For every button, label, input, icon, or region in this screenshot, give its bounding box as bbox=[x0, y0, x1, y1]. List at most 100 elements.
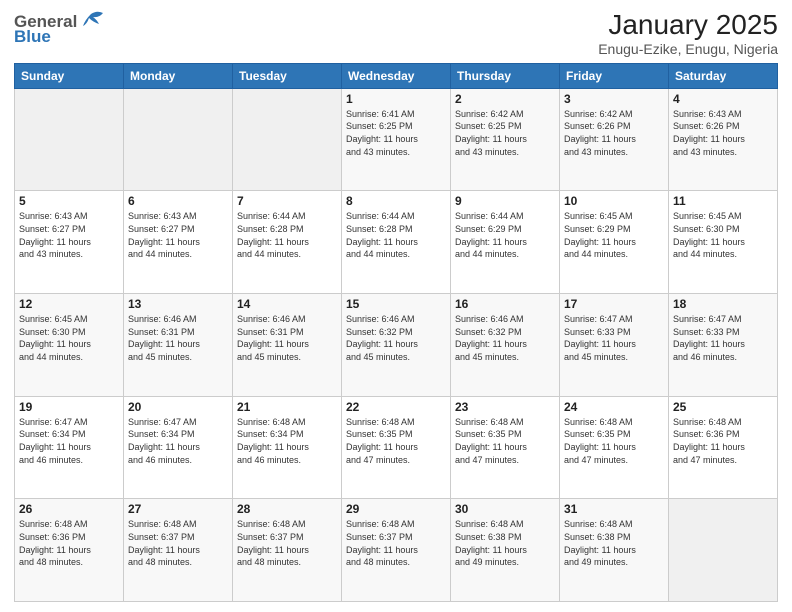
calendar-cell: 22 Sunrise: 6:48 AM Sunset: 6:35 PM Dayli… bbox=[342, 396, 451, 499]
day-number: 12 bbox=[19, 297, 119, 311]
day-number: 30 bbox=[455, 502, 555, 516]
header: General Blue January 2025 Enugu-Ezike, E… bbox=[14, 10, 778, 57]
day-info: Sunrise: 6:43 AM Sunset: 6:27 PM Dayligh… bbox=[19, 210, 119, 260]
day-number: 13 bbox=[128, 297, 228, 311]
day-info: Sunrise: 6:48 AM Sunset: 6:35 PM Dayligh… bbox=[564, 416, 664, 466]
calendar-cell: 11Sunrise: 6:45 AM Sunset: 6:30 PM Dayli… bbox=[669, 191, 778, 294]
calendar-cell: 13 Sunrise: 6:46 AM Sunset: 6:31 PM Dayli… bbox=[124, 294, 233, 397]
calendar-cell: 16Sunrise: 6:46 AM Sunset: 6:32 PM Dayli… bbox=[451, 294, 560, 397]
calendar-cell: 3 Sunrise: 6:42 AM Sunset: 6:26 PM Daylig… bbox=[560, 88, 669, 191]
calendar-cell: 31 Sunrise: 6:48 AM Sunset: 6:38 PM Dayli… bbox=[560, 499, 669, 602]
weekday-friday: Friday bbox=[560, 63, 669, 88]
day-number: 21 bbox=[237, 400, 337, 414]
logo-blue-text: Blue bbox=[14, 28, 105, 45]
calendar-cell bbox=[124, 88, 233, 191]
calendar-cell: 23 Sunrise: 6:48 AM Sunset: 6:35 PM Dayli… bbox=[451, 396, 560, 499]
day-info: Sunrise: 6:42 AM Sunset: 6:26 PM Dayligh… bbox=[564, 108, 664, 158]
calendar-week-1: 5 Sunrise: 6:43 AM Sunset: 6:27 PM Daylig… bbox=[15, 191, 778, 294]
calendar-week-2: 12 Sunrise: 6:45 AM Sunset: 6:30 PM Dayli… bbox=[15, 294, 778, 397]
day-info: Sunrise: 6:44 AM Sunset: 6:29 PM Dayligh… bbox=[455, 210, 555, 260]
day-info: Sunrise: 6:48 AM Sunset: 6:36 PM Dayligh… bbox=[673, 416, 773, 466]
day-info: Sunrise: 6:48 AM Sunset: 6:37 PM Dayligh… bbox=[237, 518, 337, 568]
calendar-cell: 4 Sunrise: 6:43 AM Sunset: 6:26 PM Daylig… bbox=[669, 88, 778, 191]
day-info: Sunrise: 6:46 AM Sunset: 6:31 PM Dayligh… bbox=[128, 313, 228, 363]
calendar-title: January 2025 bbox=[598, 10, 778, 41]
day-info: Sunrise: 6:48 AM Sunset: 6:38 PM Dayligh… bbox=[564, 518, 664, 568]
day-info: Sunrise: 6:45 AM Sunset: 6:30 PM Dayligh… bbox=[19, 313, 119, 363]
day-number: 17 bbox=[564, 297, 664, 311]
page: General Blue January 2025 Enugu-Ezike, E… bbox=[0, 0, 792, 612]
day-number: 6 bbox=[128, 194, 228, 208]
day-info: Sunrise: 6:47 AM Sunset: 6:33 PM Dayligh… bbox=[673, 313, 773, 363]
calendar-subtitle: Enugu-Ezike, Enugu, Nigeria bbox=[598, 41, 778, 57]
day-info: Sunrise: 6:46 AM Sunset: 6:31 PM Dayligh… bbox=[237, 313, 337, 363]
calendar-week-3: 19Sunrise: 6:47 AM Sunset: 6:34 PM Dayli… bbox=[15, 396, 778, 499]
calendar-cell: 15 Sunrise: 6:46 AM Sunset: 6:32 PM Dayli… bbox=[342, 294, 451, 397]
calendar-cell: 5 Sunrise: 6:43 AM Sunset: 6:27 PM Daylig… bbox=[15, 191, 124, 294]
day-info: Sunrise: 6:43 AM Sunset: 6:27 PM Dayligh… bbox=[128, 210, 228, 260]
weekday-tuesday: Tuesday bbox=[233, 63, 342, 88]
calendar-cell: 29Sunrise: 6:48 AM Sunset: 6:37 PM Dayli… bbox=[342, 499, 451, 602]
calendar-cell: 7Sunrise: 6:44 AM Sunset: 6:28 PM Daylig… bbox=[233, 191, 342, 294]
day-number: 14 bbox=[237, 297, 337, 311]
calendar-cell: 21 Sunrise: 6:48 AM Sunset: 6:34 PM Dayli… bbox=[233, 396, 342, 499]
calendar-cell: 17Sunrise: 6:47 AM Sunset: 6:33 PM Dayli… bbox=[560, 294, 669, 397]
day-info: Sunrise: 6:48 AM Sunset: 6:36 PM Dayligh… bbox=[19, 518, 119, 568]
day-number: 26 bbox=[19, 502, 119, 516]
day-info: Sunrise: 6:43 AM Sunset: 6:26 PM Dayligh… bbox=[673, 108, 773, 158]
weekday-saturday: Saturday bbox=[669, 63, 778, 88]
day-number: 15 bbox=[346, 297, 446, 311]
calendar-cell: 2 Sunrise: 6:42 AM Sunset: 6:25 PM Daylig… bbox=[451, 88, 560, 191]
calendar-cell bbox=[233, 88, 342, 191]
day-info: Sunrise: 6:47 AM Sunset: 6:34 PM Dayligh… bbox=[128, 416, 228, 466]
calendar-table: SundayMondayTuesdayWednesdayThursdayFrid… bbox=[14, 63, 778, 602]
day-info: Sunrise: 6:45 AM Sunset: 6:29 PM Dayligh… bbox=[564, 210, 664, 260]
day-info: Sunrise: 6:48 AM Sunset: 6:38 PM Dayligh… bbox=[455, 518, 555, 568]
day-number: 23 bbox=[455, 400, 555, 414]
logo: General Blue bbox=[14, 10, 105, 45]
weekday-monday: Monday bbox=[124, 63, 233, 88]
weekday-sunday: Sunday bbox=[15, 63, 124, 88]
calendar-cell: 6 Sunrise: 6:43 AM Sunset: 6:27 PM Daylig… bbox=[124, 191, 233, 294]
day-number: 18 bbox=[673, 297, 773, 311]
title-block: January 2025 Enugu-Ezike, Enugu, Nigeria bbox=[598, 10, 778, 57]
calendar-cell: 14 Sunrise: 6:46 AM Sunset: 6:31 PM Dayli… bbox=[233, 294, 342, 397]
day-info: Sunrise: 6:48 AM Sunset: 6:35 PM Dayligh… bbox=[455, 416, 555, 466]
day-number: 5 bbox=[19, 194, 119, 208]
day-number: 10 bbox=[564, 194, 664, 208]
day-number: 4 bbox=[673, 92, 773, 106]
calendar-cell: 30 Sunrise: 6:48 AM Sunset: 6:38 PM Dayli… bbox=[451, 499, 560, 602]
day-number: 28 bbox=[237, 502, 337, 516]
day-info: Sunrise: 6:42 AM Sunset: 6:25 PM Dayligh… bbox=[455, 108, 555, 158]
calendar-cell: 19Sunrise: 6:47 AM Sunset: 6:34 PM Dayli… bbox=[15, 396, 124, 499]
calendar-cell: 24 Sunrise: 6:48 AM Sunset: 6:35 PM Dayli… bbox=[560, 396, 669, 499]
calendar-cell: 28 Sunrise: 6:48 AM Sunset: 6:37 PM Dayli… bbox=[233, 499, 342, 602]
day-number: 7 bbox=[237, 194, 337, 208]
day-number: 2 bbox=[455, 92, 555, 106]
calendar-cell bbox=[669, 499, 778, 602]
day-info: Sunrise: 6:47 AM Sunset: 6:34 PM Dayligh… bbox=[19, 416, 119, 466]
day-number: 1 bbox=[346, 92, 446, 106]
calendar-cell: 10 Sunrise: 6:45 AM Sunset: 6:29 PM Dayli… bbox=[560, 191, 669, 294]
day-info: Sunrise: 6:46 AM Sunset: 6:32 PM Dayligh… bbox=[455, 313, 555, 363]
day-info: Sunrise: 6:48 AM Sunset: 6:34 PM Dayligh… bbox=[237, 416, 337, 466]
calendar-cell: 27Sunrise: 6:48 AM Sunset: 6:37 PM Dayli… bbox=[124, 499, 233, 602]
day-info: Sunrise: 6:46 AM Sunset: 6:32 PM Dayligh… bbox=[346, 313, 446, 363]
day-number: 22 bbox=[346, 400, 446, 414]
calendar-cell: 18 Sunrise: 6:47 AM Sunset: 6:33 PM Dayli… bbox=[669, 294, 778, 397]
calendar-cell bbox=[15, 88, 124, 191]
calendar-week-0: 1 Sunrise: 6:41 AM Sunset: 6:25 PM Daylig… bbox=[15, 88, 778, 191]
day-info: Sunrise: 6:48 AM Sunset: 6:37 PM Dayligh… bbox=[346, 518, 446, 568]
day-info: Sunrise: 6:41 AM Sunset: 6:25 PM Dayligh… bbox=[346, 108, 446, 158]
day-info: Sunrise: 6:48 AM Sunset: 6:35 PM Dayligh… bbox=[346, 416, 446, 466]
calendar-cell: 25 Sunrise: 6:48 AM Sunset: 6:36 PM Dayli… bbox=[669, 396, 778, 499]
weekday-header-row: SundayMondayTuesdayWednesdayThursdayFrid… bbox=[15, 63, 778, 88]
day-number: 31 bbox=[564, 502, 664, 516]
calendar-cell: 12 Sunrise: 6:45 AM Sunset: 6:30 PM Dayli… bbox=[15, 294, 124, 397]
calendar-cell: 26 Sunrise: 6:48 AM Sunset: 6:36 PM Dayli… bbox=[15, 499, 124, 602]
day-number: 3 bbox=[564, 92, 664, 106]
day-number: 25 bbox=[673, 400, 773, 414]
day-number: 11 bbox=[673, 194, 773, 208]
day-number: 24 bbox=[564, 400, 664, 414]
day-info: Sunrise: 6:44 AM Sunset: 6:28 PM Dayligh… bbox=[346, 210, 446, 260]
